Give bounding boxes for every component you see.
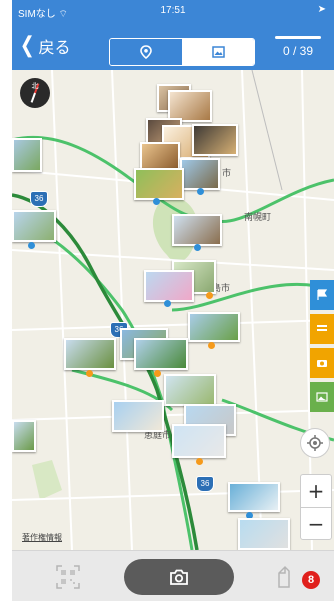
zoom-out-button[interactable]: − — [301, 508, 331, 540]
pin-dot — [194, 244, 201, 251]
side-tab-image[interactable] — [310, 382, 334, 412]
list-icon — [317, 325, 327, 331]
pin-dot — [206, 292, 213, 299]
tab-photos[interactable] — [182, 39, 254, 65]
map-view[interactable]: 北 36 36 36 市 南幌町 島市 恵庭市 著作権情報 + − — [12, 70, 334, 550]
image-icon — [316, 392, 328, 402]
app-screen: SIMなし ⌔ 17:51 ➤ ❮ 戻る 0 / 39 北 36 36 36 市… — [12, 0, 334, 601]
qr-scan-button[interactable] — [56, 565, 80, 589]
side-tab-flag[interactable] — [310, 280, 334, 310]
side-tabs — [310, 280, 334, 416]
pin-dot — [154, 370, 161, 377]
photo-pin[interactable] — [12, 420, 36, 452]
camera-button[interactable] — [124, 559, 234, 595]
bottom-toolbar: 8 — [12, 550, 334, 601]
locate-me-button[interactable] — [300, 428, 330, 458]
photo-pin[interactable] — [228, 482, 280, 512]
route-shield: 36 — [196, 476, 214, 492]
pin-dot — [208, 342, 215, 349]
crosshair-icon — [307, 435, 323, 451]
photo-pin[interactable] — [192, 124, 238, 156]
map-pin-icon — [140, 45, 152, 59]
side-tab-camera[interactable] — [310, 348, 334, 378]
photo-pin[interactable] — [172, 214, 222, 246]
zoom-in-button[interactable]: + — [301, 475, 331, 507]
header-bar: SIMなし ⌔ 17:51 ➤ ❮ 戻る 0 / 39 — [12, 0, 334, 70]
side-tab-list[interactable] — [310, 314, 334, 344]
zoom-control: + − — [300, 474, 332, 540]
pin-dot — [197, 188, 204, 195]
photo-pin[interactable] — [172, 424, 226, 458]
photo-pin[interactable] — [164, 374, 216, 406]
pin-dot — [164, 300, 171, 307]
camera-icon — [170, 569, 188, 585]
compass-label: 北 — [31, 82, 39, 90]
progress-counter: 0 / 39 — [272, 36, 324, 58]
photo-pin[interactable] — [112, 400, 164, 432]
progress-bar — [275, 36, 321, 39]
stamp-icon — [278, 565, 290, 588]
town-label: 市 — [222, 169, 232, 179]
pin-dot — [86, 370, 93, 377]
back-button[interactable]: ❮ 戻る — [18, 33, 71, 58]
route-shield: 36 — [30, 191, 48, 207]
counter-label: 0 / 39 — [282, 44, 314, 58]
town-label: 南幌町 — [244, 213, 272, 223]
photo-pin[interactable] — [134, 338, 188, 370]
photo-pin[interactable] — [12, 210, 56, 242]
flag-icon — [317, 289, 328, 300]
pin-dot — [196, 458, 203, 465]
view-toggle — [109, 38, 255, 66]
tab-map[interactable] — [110, 39, 182, 65]
pin-dot — [28, 242, 35, 249]
copyright-link[interactable]: 著作権情報 — [22, 532, 62, 543]
pin-dot — [153, 198, 160, 205]
photo-pin[interactable] — [134, 168, 184, 200]
photo-pin[interactable] — [144, 270, 194, 302]
photo-pin[interactable] — [180, 158, 220, 190]
chevron-left-icon: ❮ — [19, 33, 35, 58]
status-time: 17:51 — [160, 5, 186, 16]
notification-badge: 8 — [302, 571, 320, 589]
photo-pin[interactable] — [64, 338, 116, 370]
location-arrow-icon: ➤ — [317, 4, 326, 15]
camera-icon — [317, 360, 327, 367]
photo-pin[interactable] — [238, 518, 290, 550]
photo-pin[interactable] — [12, 138, 42, 172]
qr-code-icon — [56, 565, 80, 589]
back-label: 戻る — [38, 38, 71, 57]
photo-icon — [211, 46, 225, 58]
stamp-button[interactable] — [276, 565, 298, 589]
compass-icon[interactable]: 北 — [20, 78, 50, 108]
photo-pin[interactable] — [188, 312, 240, 342]
